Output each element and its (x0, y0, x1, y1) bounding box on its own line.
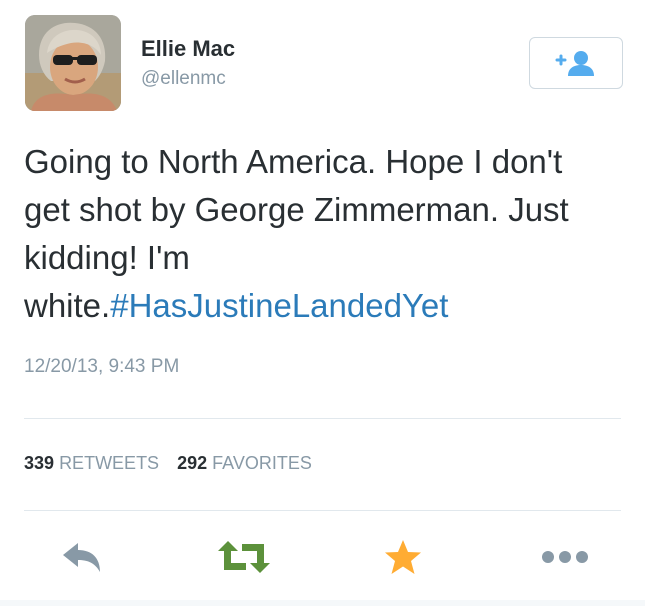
display-name[interactable]: Ellie Mac (141, 36, 235, 62)
favorites-stat[interactable]: 292 FAVORITES (177, 453, 312, 473)
tweet-card: Ellie Mac @ellenmc Going to North Americ… (0, 0, 645, 606)
reply-button[interactable] (56, 534, 108, 580)
avatar[interactable] (25, 15, 121, 111)
divider (24, 418, 621, 419)
add-user-icon (555, 51, 594, 76)
retweet-button[interactable] (214, 534, 274, 580)
reply-icon (63, 543, 100, 572)
favorite-button[interactable] (380, 534, 426, 580)
more-icon (542, 551, 588, 563)
favorites-count: 292 (177, 453, 208, 473)
retweets-label: RETWEETS (59, 453, 160, 473)
engagement-stats: 339 RETWEETS 292 FAVORITES (24, 453, 312, 474)
favorites-label: FAVORITES (212, 453, 312, 473)
follow-button[interactable] (529, 37, 623, 89)
card-bottom-edge (0, 600, 645, 606)
timestamp[interactable]: 12/20/13, 9:43 PM (24, 356, 179, 378)
more-button[interactable] (538, 534, 592, 580)
tweet-text: Going to North America. Hope I don't get… (24, 138, 614, 330)
divider (24, 510, 621, 511)
retweet-icon (218, 541, 270, 573)
hashtag-link[interactable]: #HasJustineLandedYet (110, 287, 448, 324)
username[interactable]: @ellenmc (141, 68, 226, 90)
retweets-stat[interactable]: 339 RETWEETS (24, 453, 159, 473)
retweets-count: 339 (24, 453, 55, 473)
avatar-photo (25, 15, 121, 111)
star-icon (385, 540, 421, 574)
